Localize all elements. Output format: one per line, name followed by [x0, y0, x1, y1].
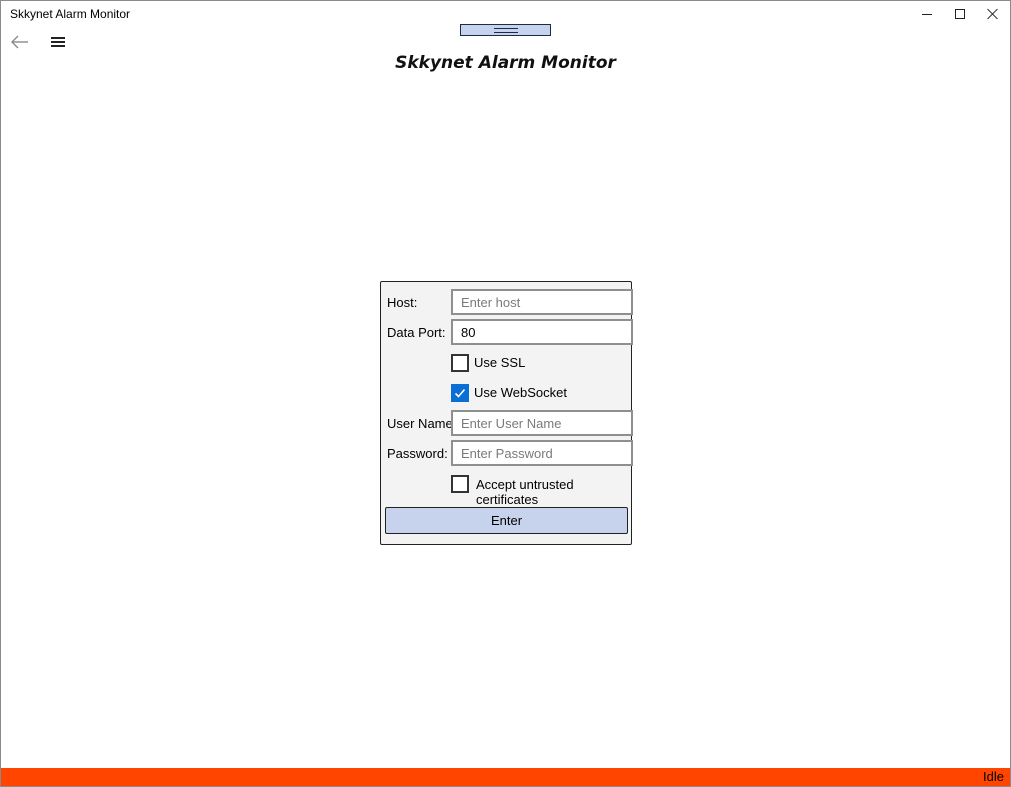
- hamburger-line: [51, 41, 65, 43]
- accept-untrusted-label: Accept untrusted certificates: [476, 477, 574, 507]
- maximize-button[interactable]: [943, 1, 976, 27]
- status-text: Idle: [983, 769, 1004, 784]
- data-port-input[interactable]: [451, 319, 633, 345]
- use-websocket-checkbox[interactable]: [451, 384, 469, 402]
- username-input[interactable]: [451, 410, 633, 436]
- app-window: Skkynet Alarm Monitor Skkynet Alarm Moni…: [0, 0, 1011, 787]
- status-bar: Idle: [1, 768, 1010, 786]
- host-label: Host:: [387, 295, 418, 310]
- minimize-button[interactable]: [910, 1, 943, 27]
- window-title: Skkynet Alarm Monitor: [10, 7, 131, 21]
- hamburger-line: [51, 45, 65, 47]
- use-websocket-label: Use WebSocket: [474, 385, 567, 400]
- password-label: Password:: [387, 446, 448, 461]
- login-panel: Host: Data Port: Use SSL Use WebSocket U…: [380, 281, 633, 545]
- close-icon: [987, 8, 999, 20]
- enter-button[interactable]: Enter: [385, 507, 628, 534]
- host-input[interactable]: [451, 289, 633, 315]
- use-ssl-label: Use SSL: [474, 355, 526, 370]
- use-ssl-checkbox[interactable]: [451, 354, 469, 372]
- hamburger-menu-icon: [51, 37, 65, 39]
- maximize-icon: [954, 9, 965, 19]
- password-input[interactable]: [451, 440, 633, 466]
- back-arrow-icon: [11, 35, 28, 49]
- username-label: User Name:: [387, 416, 457, 431]
- checkmark-icon: [454, 388, 466, 398]
- close-button[interactable]: [976, 1, 1009, 27]
- grip-icon: [493, 27, 518, 33]
- page-title: Skkynet Alarm Monitor: [395, 53, 616, 73]
- minimize-icon: [921, 13, 932, 15]
- drag-handle[interactable]: [460, 24, 551, 36]
- accept-untrusted-checkbox[interactable]: [451, 475, 469, 493]
- data-port-label: Data Port:: [387, 325, 446, 340]
- menu-button[interactable]: [49, 31, 71, 53]
- back-button[interactable]: [9, 31, 31, 53]
